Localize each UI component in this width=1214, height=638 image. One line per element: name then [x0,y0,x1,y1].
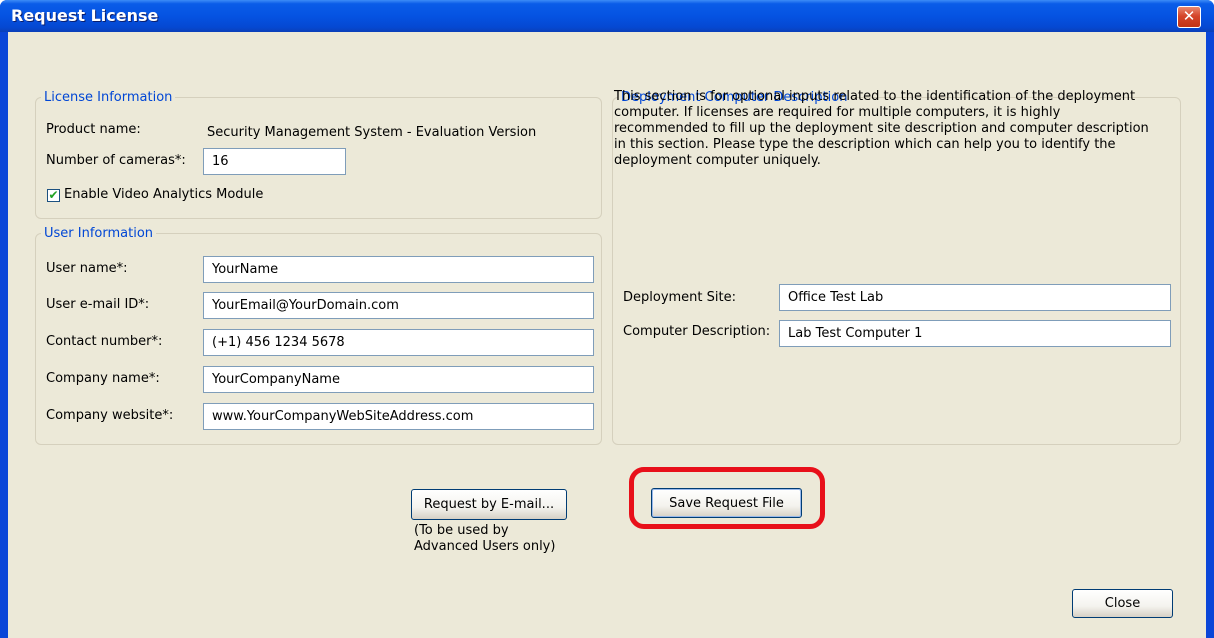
window-title: Request License [11,6,159,25]
contact-number-label: Contact number*: [46,334,163,349]
note-line: Advanced Users only) [414,539,556,554]
user-name-input[interactable] [203,256,594,283]
deployment-site-input[interactable] [779,284,1171,311]
product-name-value: Security Management System - Evaluation … [207,125,537,140]
checkbox-check-icon: ✔ [48,188,59,202]
contact-number-input[interactable] [203,329,594,356]
company-website-input[interactable] [203,403,594,430]
number-of-cameras-label: Number of cameras*: [46,153,186,168]
computer-description-input[interactable] [779,320,1171,347]
user-name-label: User name*: [46,261,128,276]
title-bar[interactable]: Request License ✕ [0,0,1214,32]
user-information-legend: User Information [44,226,154,241]
close-window-button[interactable]: ✕ [1177,6,1201,28]
request-by-email-button[interactable]: Request by E-mail... [411,489,567,520]
video-analytics-checkbox[interactable]: ✔ [47,189,60,202]
computer-description-label: Computer Description: [623,324,771,339]
company-name-label: Company name*: [46,371,160,386]
license-information-legend: License Information [44,90,173,105]
close-button[interactable]: Close [1072,589,1173,618]
save-request-file-button[interactable]: Save Request File [651,488,802,518]
user-email-input[interactable] [203,292,594,319]
deployment-description-text: This section is for optional inputs rela… [614,89,1179,169]
close-icon: ✕ [1182,7,1196,25]
video-analytics-label[interactable]: Enable Video Analytics Module [64,187,263,202]
product-name-label: Product name: [46,122,141,137]
description-line: recommended to fill up the deployment si… [614,121,1149,136]
company-website-label: Company website*: [46,408,174,423]
user-email-label: User e-mail ID*: [46,297,150,312]
company-name-input[interactable] [203,366,594,393]
description-line: deployment computer uniquely. [614,153,821,168]
description-line: computer. If licenses are required for m… [614,105,1061,120]
deployment-site-label: Deployment Site: [623,290,736,305]
number-of-cameras-input[interactable] [203,148,346,175]
note-line: (To be used by [414,523,509,538]
request-by-email-note: (To be used by Advanced Users only) [414,523,555,555]
description-line: in this section. Please type the descrip… [614,137,1116,152]
description-line: This section is for optional inputs rela… [614,89,1136,104]
